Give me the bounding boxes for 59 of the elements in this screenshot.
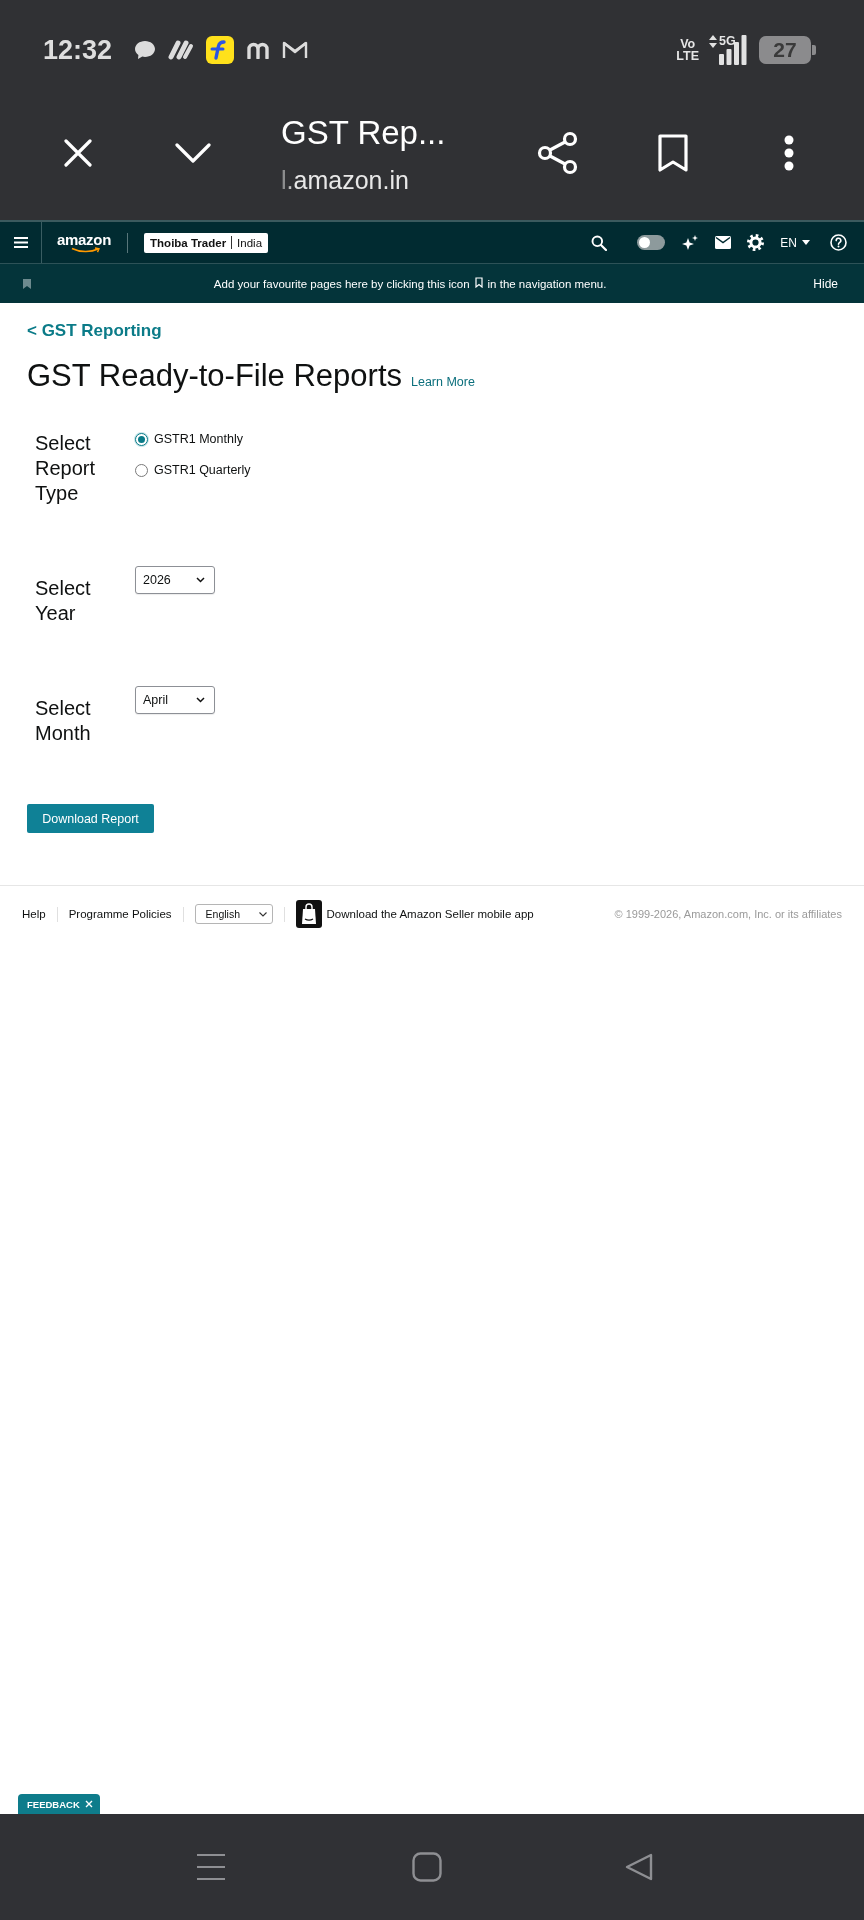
radio-button[interactable] [135,432,148,446]
hint-text: Add your favourite pages here by clicking this icon [213,277,470,290]
signal-icon [719,35,747,65]
learn-more-link[interactable]: Learn More [411,375,475,389]
footer-link[interactable]: Help [22,908,46,920]
radio-button[interactable] [135,463,148,477]
page-title: GST Ready-to-File Reports [27,358,402,394]
back-triangle-icon[interactable] [624,1852,654,1882]
sparkle-icon[interactable] [681,233,700,252]
network-label: Vo [680,38,696,50]
arches-logo-icon [246,41,271,59]
network-type: 5G [719,35,737,49]
logo-wordmark[interactable]: amazon [57,232,112,247]
close-icon[interactable] [64,139,92,167]
download-report-button[interactable]: Download Report [27,804,154,833]
footer-link[interactable]: Programme Policies [68,908,172,920]
field-label: Select Report Type [35,431,97,506]
radio-label[interactable]: GSTR1 Quarterly [154,463,251,477]
field-label: Select Year [35,576,92,626]
store-switcher[interactable]: Thoiba Trader India [144,232,269,253]
feedback-tab[interactable]: FEEDBACK [18,1794,100,1814]
language-menu[interactable]: EN [780,235,810,250]
caret-icon [802,240,810,245]
chevron-down-icon [258,911,267,917]
help-icon[interactable] [830,234,847,251]
copyright-text: © 1999-2026, Amazon.com, Inc. or its affiliates [614,908,842,920]
app-download-link[interactable]: Download the Amazon Seller mobile app [326,908,534,920]
back-link[interactable]: < GST Reporting [27,319,162,343]
network-label: LTE [676,50,699,62]
bookmark-icon[interactable] [658,134,688,172]
slanted-bars-icon [168,40,195,60]
dropdown-select[interactable]: April [135,686,215,714]
radio-label[interactable]: GSTR1 Monthly [154,432,243,446]
home-square-icon[interactable] [412,1852,442,1882]
data-arrows-icon [709,35,717,48]
chevron-down-icon[interactable] [175,143,211,163]
field-label: Select Month [35,696,92,746]
hide-button[interactable]: Hide [813,276,838,291]
page-url: l.amazon.in [281,165,409,195]
mail-icon[interactable] [715,236,732,249]
toggle-switch[interactable] [637,235,666,250]
tab-title: GST Rep... [281,113,446,153]
app-tile-icon [206,36,235,64]
hint-text: in the navigation menu. [487,277,607,290]
settings-icon[interactable] [747,234,765,251]
m-outline-icon [282,40,309,60]
chevron-down-icon [196,577,205,583]
search-icon[interactable] [591,234,608,251]
chevron-down-icon [196,697,205,703]
shopping-bag-icon[interactable] [295,900,322,928]
dropdown-select[interactable]: 2026 [135,566,215,594]
share-icon[interactable] [537,131,579,175]
smile-arrow-icon [71,246,101,253]
language-select[interactable]: English [194,904,273,924]
more-icon[interactable] [784,135,794,171]
chat-icon [134,40,157,60]
bookmark-icon [474,276,483,288]
clock-time: 12:32 [43,34,113,66]
battery-level: 27 [759,36,816,64]
